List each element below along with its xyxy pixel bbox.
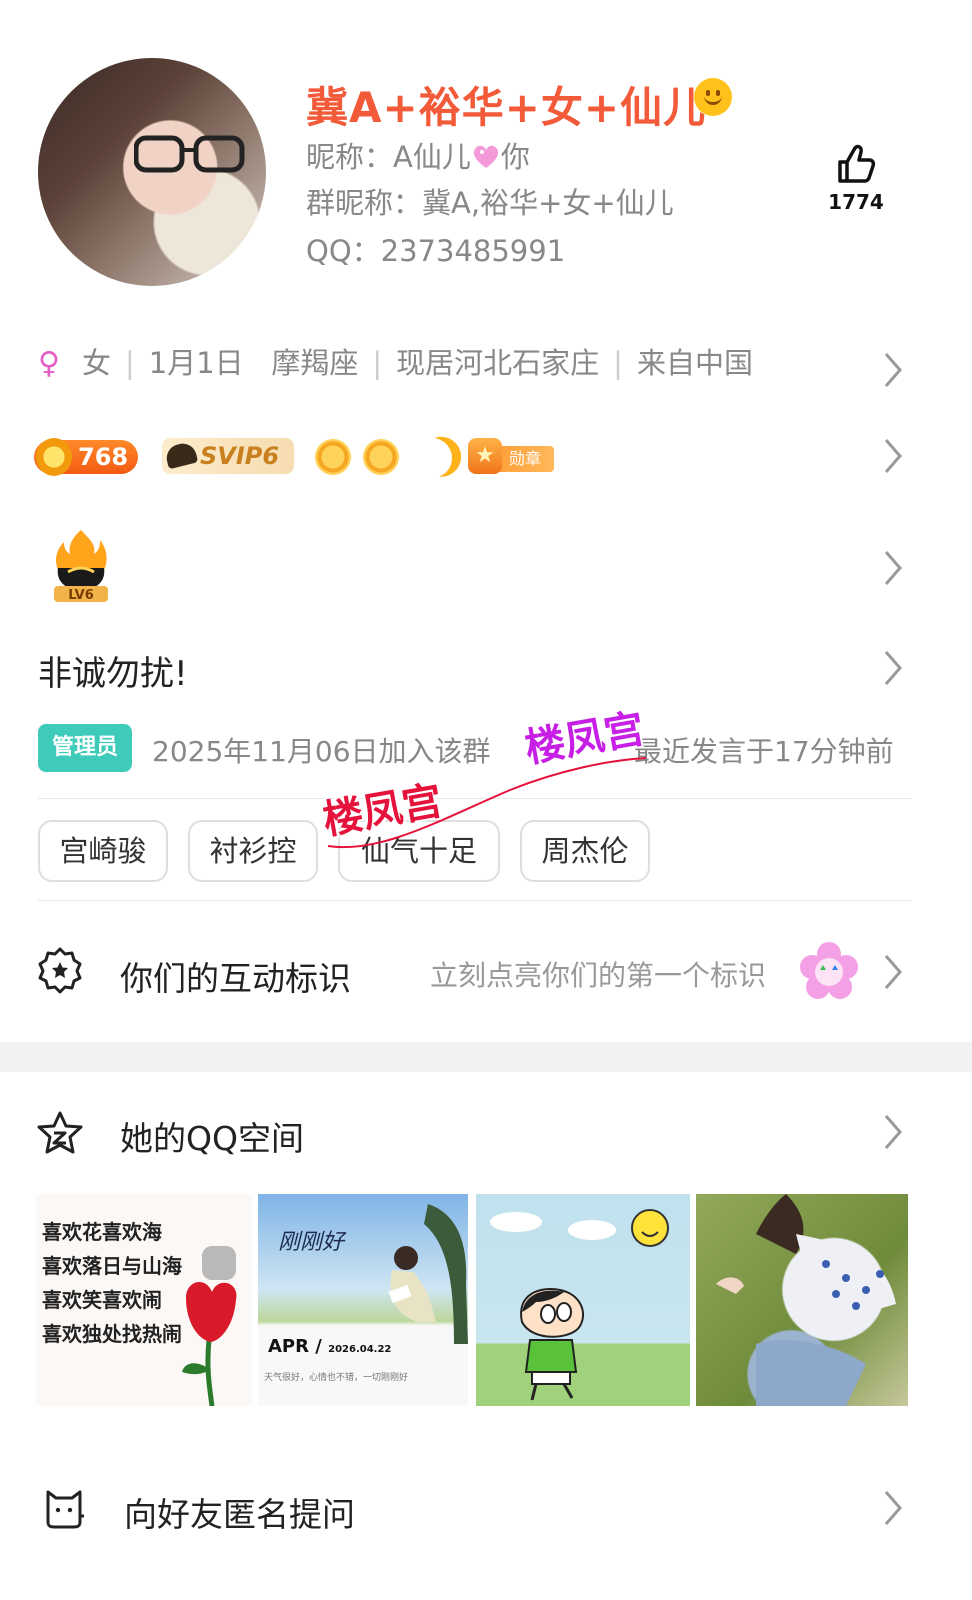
qzone-photo[interactable]: 喜欢花喜欢海 喜欢落日与山海 喜欢笑喜欢闹 喜欢独处找热闹 xyxy=(36,1194,252,1406)
coin-icon xyxy=(36,438,72,476)
moon-icon xyxy=(406,432,457,483)
qzone-photo[interactable]: 刚刚好 APR / 2026.04.22 天气很好，心情也不错，一切刚刚好 xyxy=(258,1194,468,1406)
nickname-label: 昵称： xyxy=(306,140,394,174)
residence-text: 现居河北石家庄 xyxy=(396,346,600,380)
badge-star-icon xyxy=(38,947,82,994)
medal-badge: 勋章 ★ xyxy=(468,438,556,474)
qq-label: QQ： xyxy=(306,234,381,268)
separator: | xyxy=(125,346,135,380)
level-points: 768 xyxy=(78,443,129,471)
interest-tag[interactable]: 宫崎骏 xyxy=(38,820,168,882)
qzone-photo[interactable] xyxy=(696,1194,908,1406)
signature-text[interactable]: 非诚勿扰! xyxy=(38,646,188,695)
sparkle-heart-icon xyxy=(473,145,498,168)
group-nickname-label: 群昵称： xyxy=(306,186,423,220)
display-name: 冀A+裕华+女+仙儿 xyxy=(306,83,707,132)
chevron-right-icon[interactable] xyxy=(880,548,906,588)
interaction-title: 你们的互动标识 xyxy=(120,959,351,998)
photo-month: APR / xyxy=(268,1336,322,1357)
origin-text: 来自中国 xyxy=(636,346,753,380)
star-icon: ★ xyxy=(468,438,502,474)
cat-face-icon xyxy=(46,1490,84,1529)
qq-value: 2373485991 xyxy=(380,234,566,268)
nickname-value-pre: A仙儿 xyxy=(393,140,471,174)
qzone-star-icon xyxy=(37,1111,83,1154)
chevron-right-icon xyxy=(880,1112,906,1152)
sun-icon xyxy=(360,436,402,478)
group-nickname-line: 群昵称：冀A,裕华+女+仙儿 xyxy=(306,180,674,222)
zodiac-text: 摩羯座 xyxy=(271,346,359,380)
admin-badge: 管理员 xyxy=(38,724,132,772)
medal-label: 勋章 xyxy=(496,446,554,472)
chevron-right-icon[interactable] xyxy=(880,350,906,390)
gender-text: 女 xyxy=(81,346,111,380)
chevron-right-icon[interactable] xyxy=(880,648,906,688)
photo-handwriting-line: 喜欢独处找热闹 xyxy=(42,1322,182,1346)
chevron-right-icon xyxy=(880,1488,906,1528)
crayon-shin-chan-illustration xyxy=(490,1209,669,1401)
svip-hat-icon xyxy=(163,440,199,470)
anonymous-ask-title: 向好友匿名提问 xyxy=(124,1495,355,1534)
birthday-text: 1月1日 xyxy=(148,346,244,380)
smiley-icon xyxy=(694,78,732,116)
female-icon: ♀ xyxy=(38,346,60,381)
girl-on-grass-photo xyxy=(716,1194,896,1406)
flower-badge-icon xyxy=(800,942,858,999)
interaction-hint: 立刻点亮你们的第一个标识 xyxy=(430,959,767,992)
svip-badge: SVIP6 xyxy=(162,438,294,474)
photo-date: 2026.04.22 xyxy=(328,1344,392,1355)
photo-handwriting-line: 喜欢落日与山海 xyxy=(42,1254,182,1278)
divider xyxy=(38,900,912,901)
chevron-right-icon xyxy=(880,952,906,992)
group-level-badge-icon[interactable]: LV6 xyxy=(50,528,112,604)
profile-info-row[interactable]: ♀ 女 | 1月1日 摩羯座 | 现居河北石家庄 | 来自中国 xyxy=(38,340,753,382)
group-level-text: LV6 xyxy=(68,588,94,603)
section-gap xyxy=(0,1042,972,1072)
avatar-glasses-shape xyxy=(134,135,245,173)
girl-reading-illustration xyxy=(388,1204,468,1344)
rose-icon xyxy=(182,1246,237,1406)
profile-avatar[interactable] xyxy=(38,58,266,286)
qzone-photo[interactable] xyxy=(476,1194,690,1406)
group-nickname-value: 冀A,裕华+女+仙儿 xyxy=(422,186,674,220)
nickname-value-post: 你 xyxy=(500,140,530,174)
separator: | xyxy=(613,346,623,380)
nickname-line: 昵称：A仙儿你 xyxy=(306,134,530,176)
level-points-badge: 768 xyxy=(34,438,138,476)
chevron-right-icon[interactable] xyxy=(880,436,906,476)
thumbs-up-icon xyxy=(838,144,876,183)
qq-number-line: QQ：2373485991 xyxy=(306,228,565,270)
last-spoke-text: 最近发言于17分钟前 xyxy=(634,735,894,768)
sun-icon xyxy=(312,436,354,478)
separator: | xyxy=(372,346,383,380)
qzone-title: 她的QQ空间 xyxy=(120,1119,304,1158)
photo-title-text: 刚刚好 xyxy=(278,1230,345,1255)
photo-handwriting-line: 喜欢花喜欢海 xyxy=(42,1220,162,1244)
interest-tag[interactable]: 衬衫控 xyxy=(188,820,318,882)
photo-month-label: APR / 2026.04.22 xyxy=(268,1336,391,1357)
photo-handwriting-line: 喜欢笑喜欢闹 xyxy=(42,1288,162,1312)
like-button[interactable]: 1774 xyxy=(826,142,886,214)
svip-label: SVIP6 xyxy=(200,442,280,470)
photo-caption: 天气很好，心情也不错，一切刚刚好 xyxy=(264,1373,409,1383)
like-count: 1774 xyxy=(828,190,884,214)
